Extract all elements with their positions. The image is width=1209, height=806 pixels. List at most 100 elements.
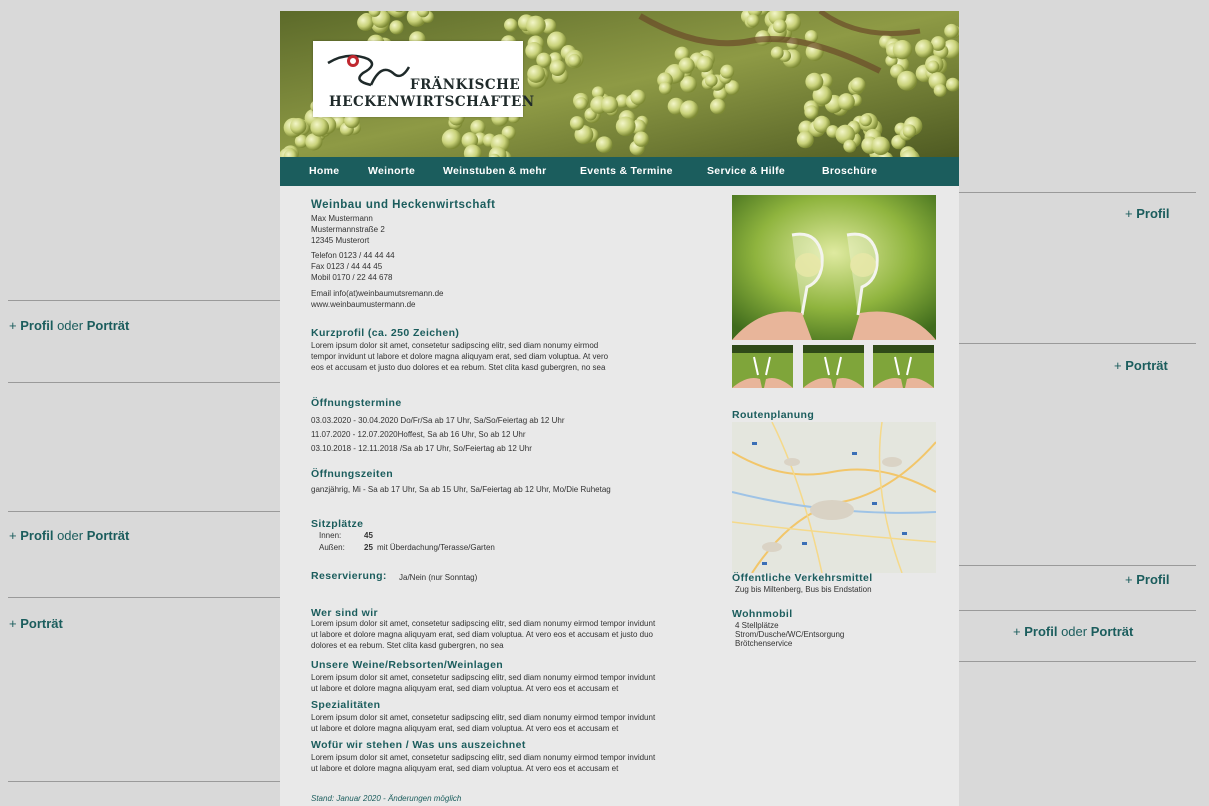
oeffnungstermine-title: Öffnungstermine [311, 397, 402, 409]
grape-berry [441, 129, 462, 150]
grape-berry [770, 46, 784, 60]
annotation-rule [8, 511, 316, 512]
page-mockup: FRÄNKISCHE HECKENWIRTSCHAFTEN Home Weino… [280, 11, 959, 806]
annotation-label: + Porträt [1114, 358, 1168, 373]
main-nav: Home Weinorte Weinstuben & mehr Events &… [280, 157, 959, 186]
annotation-rule [932, 565, 1196, 566]
kurzprofil-line: tempor invidunt ut labore et dolore magn… [311, 352, 609, 361]
oeffnungszeiten-text: ganzjährig, Mi - Sa ab 17 Uhr, Sa ab 15 … [311, 485, 611, 494]
sitz-aussen-value: 25 [364, 543, 373, 552]
nav-item-events[interactable]: Events & Termine [580, 165, 673, 177]
thumbnail-3[interactable] [873, 345, 934, 388]
grape-berry [678, 57, 695, 74]
annotation-rule [8, 781, 316, 782]
sitzplaetze-title: Sitzplätze [311, 518, 364, 530]
grape-berry [569, 116, 585, 131]
grape-berry [837, 93, 855, 111]
nav-item-weinorte[interactable]: Weinorte [368, 165, 415, 177]
contact-name: Max Mustermann [311, 214, 373, 223]
contact-city: 12345 Musterort [311, 236, 370, 245]
annotation-label: + Profil [1125, 206, 1170, 221]
grape-berry [843, 139, 857, 153]
grape-berry [897, 70, 917, 91]
grape-berry [902, 124, 917, 138]
reservierung-text: Ja/Nein (nur Sonntag) [399, 573, 478, 582]
grape-berry [615, 116, 636, 137]
wohnmobil-title: Wohnmobil [732, 608, 793, 620]
logo-text: HECKENWIRTSCHAFTEN [329, 94, 535, 110]
grape-berry [804, 105, 819, 120]
oeffnungszeiten-title: Öffnungszeiten [311, 468, 394, 480]
annotation-rule [932, 343, 1196, 344]
contact-web[interactable]: www.weinbaumustermann.de [311, 300, 416, 311]
grape-berry [680, 100, 699, 119]
grape-berry [389, 20, 404, 35]
oeffnungstermine-line: 03.03.2020 - 30.04.2020 Do/Fr/Sa ab 17 U… [311, 416, 565, 425]
logo-mark-icon [327, 54, 411, 87]
route-title: Routenplanung [732, 409, 815, 421]
grape-berry [290, 117, 307, 135]
wer-line: dolores et ea rebum. Stet clita kasd gub… [311, 641, 504, 650]
grape-berry [567, 53, 581, 68]
grape-berry [357, 14, 374, 31]
grape-berry [600, 96, 618, 114]
header-banner: FRÄNKISCHE HECKENWIRTSCHAFTEN [280, 11, 959, 157]
route-map[interactable] [732, 422, 936, 573]
spezial-line: Lorem ipsum dolor sit amet, consetetur s… [311, 713, 656, 722]
grape-berry [549, 59, 566, 76]
grape-berry [926, 60, 940, 73]
contact-email[interactable]: Email info(at)weinbaumutsremann.de [311, 289, 444, 300]
grape-berry [709, 98, 726, 115]
spezial-title: Spezialitäten [311, 699, 381, 711]
wohnmobil-line: Brötchenservice [735, 639, 793, 648]
grape-berry [704, 74, 718, 87]
thumbnail-2[interactable] [803, 345, 864, 388]
wofuer-line: ut labore et dolore magna aliquyam erat,… [311, 764, 619, 773]
grape-berry [796, 131, 814, 149]
grape-berry [527, 65, 545, 83]
kurzprofil-line: eos et accusam et justo duo dolores et e… [311, 363, 606, 372]
reservierung-title: Reservierung: [311, 570, 387, 582]
grape-berry [850, 77, 866, 93]
grape-berry [805, 72, 824, 91]
nav-item-home[interactable]: Home [309, 165, 339, 177]
weine-line: ut labore et dolore magna aliquyam erat,… [311, 684, 619, 693]
grape-berry [696, 55, 714, 73]
nav-item-service[interactable]: Service & Hilfe [707, 165, 785, 177]
wine-glasses-photo[interactable] [732, 195, 936, 340]
thumbnail-1[interactable] [732, 345, 793, 388]
kurzprofil-title: Kurzprofil (ca. 250 Zeichen) [311, 327, 460, 339]
spezial-line: ut labore et dolore magna aliquyam erat,… [311, 724, 619, 733]
grape-berry [892, 40, 913, 60]
kurzprofil-line: Lorem ipsum dolor sit amet, consetetur s… [311, 341, 599, 350]
contact-fax: Fax 0123 / 44 44 45 [311, 262, 383, 271]
wofuer-title: Wofür wir stehen / Was uns auszeichnet [311, 739, 526, 751]
grape-berry [720, 64, 735, 79]
wer-title: Wer sind wir [311, 607, 379, 619]
oepnv-title: Öffentliche Verkehrsmittel [732, 572, 873, 584]
weine-line: Lorem ipsum dolor sit amet, consetetur s… [311, 673, 656, 682]
grape-berry [871, 136, 890, 156]
sitz-innen-label: Innen: [319, 531, 342, 540]
sitz-aussen-label: Außen: [319, 543, 345, 552]
nav-item-weinstuben[interactable]: Weinstuben & mehr [443, 165, 547, 177]
grape-berry [772, 19, 787, 34]
annotation-label: + Profil oder Porträt [9, 318, 130, 333]
contact-phone: Telefon 0123 / 44 44 44 [311, 251, 395, 260]
grape-berry [633, 131, 649, 147]
annotation-label: + Profil oder Porträt [1013, 624, 1134, 639]
logo[interactable]: FRÄNKISCHE HECKENWIRTSCHAFTEN [313, 41, 534, 117]
annotation-rule [8, 597, 316, 598]
grape-berry [746, 14, 760, 28]
annotation-rule [8, 382, 316, 383]
annotation-rule [932, 661, 1196, 662]
nav-item-broschuere[interactable]: Broschüre [822, 165, 877, 177]
grape-berry [504, 18, 518, 32]
grape-berry [859, 114, 872, 127]
sitz-aussen-text: mit Überdachung/Terasse/Garten [377, 543, 495, 552]
annotation-rule [932, 610, 1196, 611]
wofuer-line: Lorem ipsum dolor sit amet, consetetur s… [311, 753, 656, 762]
contact-mobile: Mobil 0170 / 22 44 678 [311, 273, 393, 282]
annotation-rule [8, 300, 316, 301]
contact-title: Weinbau und Heckenwirtschaft [311, 199, 496, 211]
